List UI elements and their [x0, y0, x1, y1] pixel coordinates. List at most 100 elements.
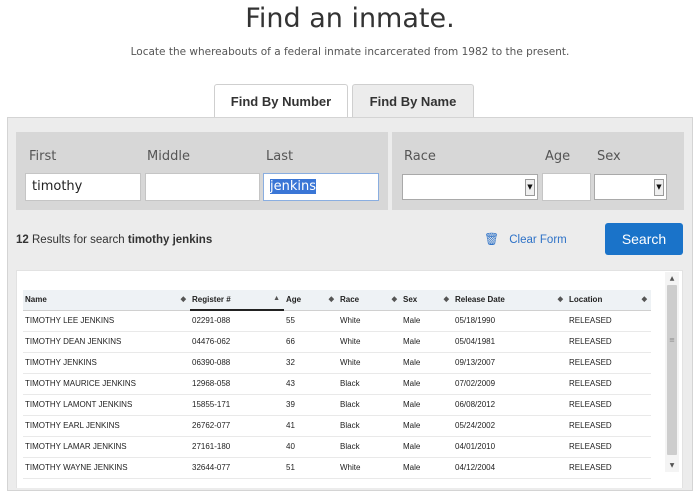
cell-release-date: 07/02/2009 — [453, 373, 567, 395]
age-input[interactable] — [542, 173, 591, 201]
cell-race: White — [338, 457, 401, 479]
cell-name: TIMOTHY LAMONT JENKINS — [23, 394, 190, 416]
middle-name-label: Middle — [147, 149, 190, 164]
cell-name: TIMOTHY WAYNE JENKINS — [23, 457, 190, 479]
page-title: Find an inmate. — [245, 3, 455, 34]
cell-age: 66 — [284, 331, 338, 353]
cell-race: Black — [338, 394, 401, 416]
scroll-down-icon[interactable]: ▼ — [665, 462, 679, 469]
cell-sex: Male — [401, 373, 453, 395]
column-header-age[interactable]: Age ◆ — [284, 290, 338, 311]
cell-race: Black — [338, 436, 401, 458]
clear-form-link[interactable]: 🗑 Clear Form — [484, 232, 567, 246]
first-name-input[interactable]: timothy — [25, 173, 141, 201]
scrollbar-thumb[interactable] — [667, 285, 677, 455]
trash-icon: 🗑 — [484, 232, 500, 246]
table-row[interactable]: TIMOTHY LAMONT JENKINS 15855-171 39 Black Ma… — [23, 394, 651, 416]
cell-age: 39 — [284, 394, 338, 416]
tab-find-by-name[interactable]: Find By Name — [352, 84, 474, 119]
cell-location: RELEASED — [567, 457, 651, 479]
cell-release-date: 06/08/2012 — [453, 394, 567, 416]
scroll-grip-icon: ≡ — [669, 336, 675, 344]
chevron-down-icon: ▼ — [654, 179, 664, 196]
first-name-label: First — [29, 149, 57, 164]
cell-register: 12968-058 — [190, 373, 284, 395]
table-row[interactable]: TIMOTHY LAMAR JENKINS 27161-180 40 Black Mal… — [23, 436, 651, 458]
cell-register: 02291-088 — [190, 310, 284, 332]
cell-register: 26762-077 — [190, 415, 284, 437]
column-header-race[interactable]: Race ◆ — [338, 290, 401, 311]
cell-release-date: 04/12/2004 — [453, 457, 567, 479]
middle-name-input[interactable] — [145, 173, 260, 201]
last-name-input[interactable]: jenkins — [263, 173, 379, 201]
cell-sex: Male — [401, 457, 453, 479]
cell-race: White — [338, 331, 401, 353]
cell-release-date: 05/24/2002 — [453, 415, 567, 437]
cell-age: 41 — [284, 415, 338, 437]
cell-age: 40 — [284, 436, 338, 458]
cell-sex: Male — [401, 394, 453, 416]
race-label: Race — [404, 149, 436, 164]
column-header-location[interactable]: Location ◆ — [567, 290, 651, 311]
cell-location: RELEASED — [567, 415, 651, 437]
sort-icon: ◆ — [328, 296, 334, 303]
cell-age: 51 — [284, 457, 338, 479]
cell-race: Black — [338, 415, 401, 437]
column-header-release-date[interactable]: Release Date ◆ — [453, 290, 567, 311]
cell-name: TIMOTHY LEE JENKINS — [23, 310, 190, 332]
last-name-value: jenkins — [270, 179, 317, 194]
sex-label: Sex — [597, 149, 621, 164]
age-label: Age — [545, 149, 571, 164]
page-subtitle: Locate the whereabouts of a federal inma… — [130, 46, 570, 58]
results-table: Name ◆ Register # ▲ Age ◆ Race ◆ Sex ◆ Releas… — [23, 290, 651, 479]
race-select[interactable]: ▼ — [402, 174, 538, 200]
cell-location: RELEASED — [567, 373, 651, 395]
cell-release-date: 05/04/1981 — [453, 331, 567, 353]
column-header-sex[interactable]: Sex ◆ — [401, 290, 453, 311]
sort-icon: ◆ — [391, 296, 397, 303]
table-row[interactable]: TIMOTHY MAURICE JENKINS 12968-058 43 Black M… — [23, 373, 651, 395]
results-scrollbar[interactable]: ▲ ≡ ▼ — [665, 272, 679, 472]
cell-race: White — [338, 310, 401, 332]
cell-race: Black — [338, 373, 401, 395]
cell-name: TIMOTHY EARL JENKINS — [23, 415, 190, 437]
cell-register: 06390-088 — [190, 352, 284, 374]
table-header-row: Name ◆ Register # ▲ Age ◆ Race ◆ Sex ◆ Releas… — [23, 290, 651, 311]
column-header-name[interactable]: Name ◆ — [23, 290, 190, 311]
cell-sex: Male — [401, 331, 453, 353]
table-row[interactable]: TIMOTHY JENKINS 06390-088 32 White Male 09/13… — [23, 352, 651, 374]
sort-ascending-icon: ▲ — [273, 295, 280, 302]
sort-icon: ◆ — [641, 296, 647, 303]
first-name-value: timothy — [32, 179, 83, 194]
cell-release-date: 05/18/1990 — [453, 310, 567, 332]
table-row[interactable]: TIMOTHY DEAN JENKINS 04476-062 66 White Male… — [23, 331, 651, 353]
sort-icon: ◆ — [557, 296, 563, 303]
results-count: 12 — [16, 234, 29, 246]
cell-release-date: 04/01/2010 — [453, 436, 567, 458]
cell-sex: Male — [401, 415, 453, 437]
cell-sex: Male — [401, 352, 453, 374]
results-summary: 12 Results for search timothy jenkins — [16, 234, 212, 246]
sex-select[interactable]: ▼ — [594, 174, 667, 200]
clear-form-label: Clear Form — [509, 234, 567, 246]
cell-name: TIMOTHY MAURICE JENKINS — [23, 373, 190, 395]
scroll-up-icon[interactable]: ▲ — [665, 275, 679, 282]
cell-name: TIMOTHY JENKINS — [23, 352, 190, 374]
table-row[interactable]: TIMOTHY WAYNE JENKINS 32644-077 51 White Mal… — [23, 457, 651, 479]
column-header-register[interactable]: Register # ▲ — [190, 290, 284, 311]
cell-register: 32644-077 — [190, 457, 284, 479]
cell-register: 27161-180 — [190, 436, 284, 458]
cell-age: 55 — [284, 310, 338, 332]
cell-name: TIMOTHY LAMAR JENKINS — [23, 436, 190, 458]
cell-location: RELEASED — [567, 436, 651, 458]
sort-icon: ◆ — [180, 296, 186, 303]
cell-release-date: 09/13/2007 — [453, 352, 567, 374]
table-row[interactable]: TIMOTHY LEE JENKINS 02291-088 55 White Male 0… — [23, 310, 651, 332]
table-row[interactable]: TIMOTHY EARL JENKINS 26762-077 41 Black Male… — [23, 415, 651, 437]
last-name-label: Last — [266, 149, 294, 164]
cell-sex: Male — [401, 436, 453, 458]
tab-find-by-number[interactable]: Find By Number — [214, 84, 348, 118]
search-button[interactable]: Search — [605, 223, 683, 255]
cell-age: 43 — [284, 373, 338, 395]
cell-race: White — [338, 352, 401, 374]
